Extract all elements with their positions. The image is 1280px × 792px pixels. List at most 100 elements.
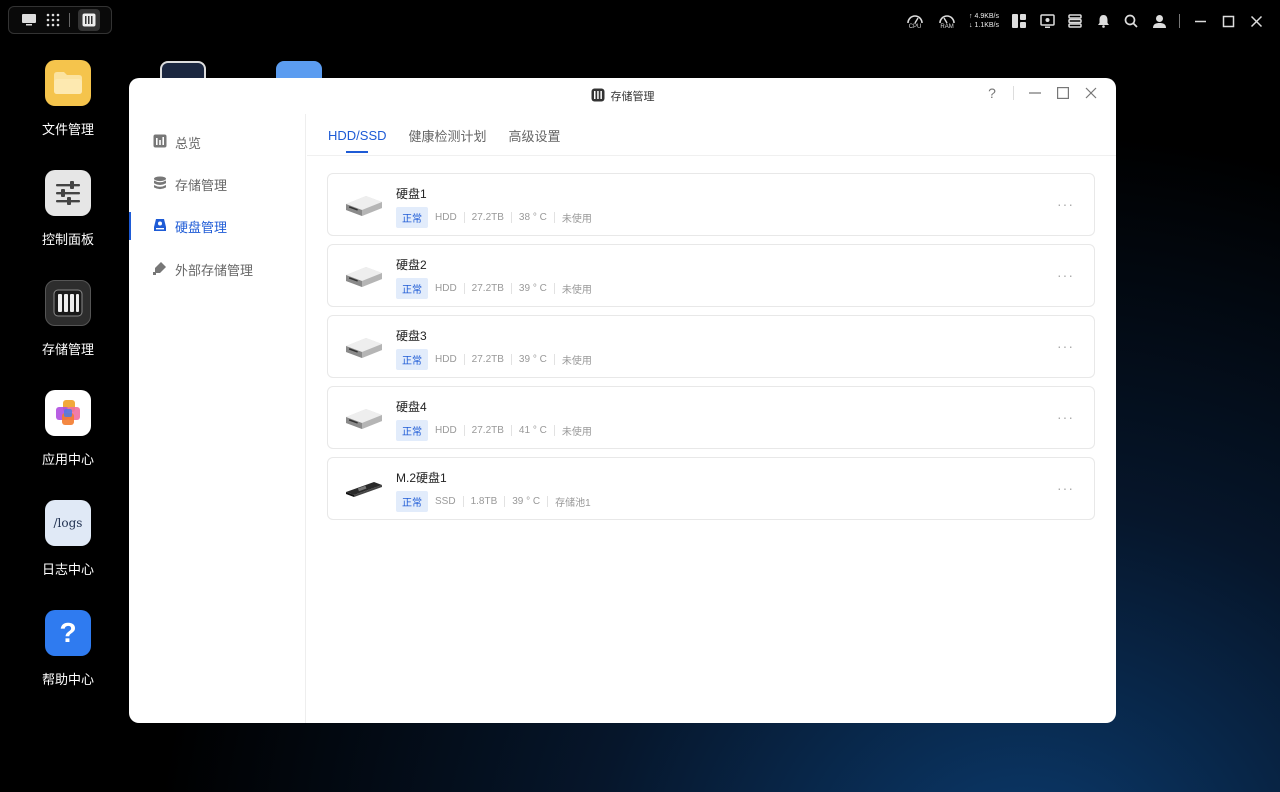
disk-name: M.2硬盘1 [396, 471, 447, 485]
upload-value: 4.9KB/s [974, 13, 999, 20]
window-titlebar[interactable]: 存储管理 [129, 78, 1116, 114]
more-options-button[interactable]: ··· [1057, 409, 1074, 425]
ram-gauge[interactable]: RAM [937, 12, 957, 30]
window-minimize-icon[interactable] [1028, 86, 1042, 100]
meta-divider [463, 354, 465, 365]
tab-hdd-ssd[interactable]: HDD/SSD [328, 114, 387, 156]
desktop-app-storage-manager[interactable]: 存储管理 [28, 280, 108, 358]
disk-size: 1.8TB [470, 496, 498, 507]
tab-bar: HDD/SSD 健康检测计划 高级设置 [328, 114, 561, 156]
status-badge: 正常 [396, 491, 428, 512]
hdd-icon [344, 259, 384, 293]
disk-size: 27.2TB [471, 425, 504, 436]
sidebar-item-label: 存储管理 [175, 177, 228, 193]
disk-temperature: 38 ° C [518, 212, 547, 223]
disk-card[interactable]: 硬盘4 正常 HDD 27.2TB 41 ° C 未使用 ··· [327, 386, 1095, 449]
desktop-app-label: 应用中心 [41, 452, 94, 467]
disk-temperature: 39 ° C [512, 496, 541, 507]
sidebar-item-disk-management[interactable]: 硬盘管理 [129, 208, 306, 244]
window-controls: ? [985, 85, 1098, 101]
storage-icon [45, 280, 91, 326]
disk-temperature: 41 ° C [518, 425, 547, 436]
disk-card[interactable]: 硬盘3 正常 HDD 27.2TB 39 ° C 未使用 ··· [327, 315, 1095, 378]
sidebar-item-external-storage[interactable]: 外部存储管理 [129, 251, 306, 287]
tasks-icon[interactable] [1067, 13, 1083, 29]
more-options-button[interactable]: ··· [1057, 338, 1074, 354]
chart-icon [153, 134, 167, 151]
download-speed: ↓ 1.1KB/s [969, 22, 999, 29]
disk-meta: 正常 HDD 27.2TB 39 ° C 未使用 [396, 278, 592, 299]
storage-app-icon [591, 88, 605, 105]
disk-card[interactable]: M.2硬盘1 正常 SSD 1.8TB 39 ° C 存储池1 ··· [327, 457, 1095, 520]
more-options-button[interactable]: ··· [1057, 267, 1074, 283]
disk-type: HDD [435, 283, 457, 294]
disk-name: 硬盘3 [396, 329, 427, 343]
disk-size: 27.2TB [471, 354, 504, 365]
disk-card[interactable]: 硬盘2 正常 HDD 27.2TB 39 ° C 未使用 ··· [327, 244, 1095, 307]
meta-divider [553, 212, 555, 223]
cpu-gauge[interactable]: CPU [905, 12, 925, 30]
bell-icon[interactable] [1095, 13, 1111, 29]
disk-usage: 未使用 [561, 427, 592, 438]
taskbar-right-group: CPU RAM ↑ 4.9KB/s ↓ 1.1KB/s [905, 8, 1264, 34]
more-options-button[interactable]: ··· [1057, 480, 1074, 496]
close-icon[interactable] [1248, 13, 1264, 29]
desktop-app-control-panel[interactable]: 控制面板 [28, 170, 108, 248]
disk-card[interactable]: 硬盘1 正常 HDD 27.2TB 38 ° C 未使用 ··· [327, 173, 1095, 236]
disk-meta: 正常 HDD 27.2TB 41 ° C 未使用 [396, 420, 592, 441]
app-grid-icon[interactable] [45, 12, 61, 28]
usb-icon [153, 261, 167, 278]
window-maximize-icon[interactable] [1056, 86, 1070, 100]
user-icon[interactable] [1151, 13, 1167, 29]
meta-divider [463, 283, 465, 294]
help-icon-text: ? [59, 617, 77, 648]
sidebar-item-overview[interactable]: 总览 [129, 124, 306, 160]
tab-health-check-schedule[interactable]: 健康检测计划 [409, 114, 487, 156]
disk-name: 硬盘2 [396, 258, 427, 272]
minimize-icon[interactable] [1192, 13, 1208, 29]
meta-divider [462, 496, 464, 507]
logs-icon-text: /logs [53, 516, 83, 530]
status-badge: 正常 [396, 349, 428, 370]
disk-name: 硬盘1 [396, 187, 427, 201]
taskbar: CPU RAM ↑ 4.9KB/s ↓ 1.1KB/s [0, 0, 1280, 40]
desktop-app-label: 文件管理 [41, 122, 94, 137]
disk-usage: 存储池1 [555, 498, 591, 509]
sidebar-item-label: 外部存储管理 [175, 262, 254, 278]
disk-temperature: 39 ° C [518, 283, 547, 294]
download-value: 1.1KB/s [974, 22, 999, 29]
window-close-icon[interactable] [1084, 86, 1098, 100]
help-icon: ? [45, 610, 91, 656]
disk-meta: 正常 HDD 27.2TB 38 ° C 未使用 [396, 207, 592, 228]
meta-divider [553, 425, 555, 436]
disk-meta: 正常 SSD 1.8TB 39 ° C 存储池1 [396, 491, 591, 512]
taskbar-divider [69, 13, 70, 27]
layout-icon[interactable] [1011, 13, 1027, 29]
meta-divider [553, 283, 555, 294]
sidebar-item-storage[interactable]: 存储管理 [129, 166, 306, 202]
meta-divider [553, 354, 555, 365]
disk-usage: 未使用 [561, 285, 592, 296]
desktop-app-file-manager[interactable]: 文件管理 [28, 60, 108, 138]
desktop-app-log-center[interactable]: /logs 日志中心 [28, 500, 108, 578]
desktop-app-app-center[interactable]: 应用中心 [28, 390, 108, 468]
desktop-icon[interactable] [21, 12, 37, 28]
tab-divider [307, 155, 1116, 156]
desktop-app-help-center[interactable]: ? 帮助中心 [28, 610, 108, 688]
logs-icon: /logs [45, 500, 91, 546]
apps-icon [45, 390, 91, 436]
upload-speed: ↑ 4.9KB/s [969, 13, 999, 20]
help-button[interactable]: ? [985, 85, 999, 101]
sidebar-item-label: 硬盘管理 [175, 219, 228, 235]
disk-type: HDD [435, 354, 457, 365]
disk-size: 27.2TB [471, 212, 504, 223]
tab-advanced-settings[interactable]: 高级设置 [509, 114, 561, 156]
more-options-button[interactable]: ··· [1057, 196, 1074, 212]
maximize-icon[interactable] [1220, 13, 1236, 29]
network-speed[interactable]: ↑ 4.9KB/s ↓ 1.1KB/s [969, 12, 999, 30]
hdd-icon [344, 401, 384, 435]
monitor-icon[interactable] [1039, 13, 1055, 29]
sidebar: 总览 存储管理 硬盘管理 外部存储管理 [129, 114, 306, 723]
taskbar-storage-app[interactable] [78, 9, 100, 31]
search-icon[interactable] [1123, 13, 1139, 29]
